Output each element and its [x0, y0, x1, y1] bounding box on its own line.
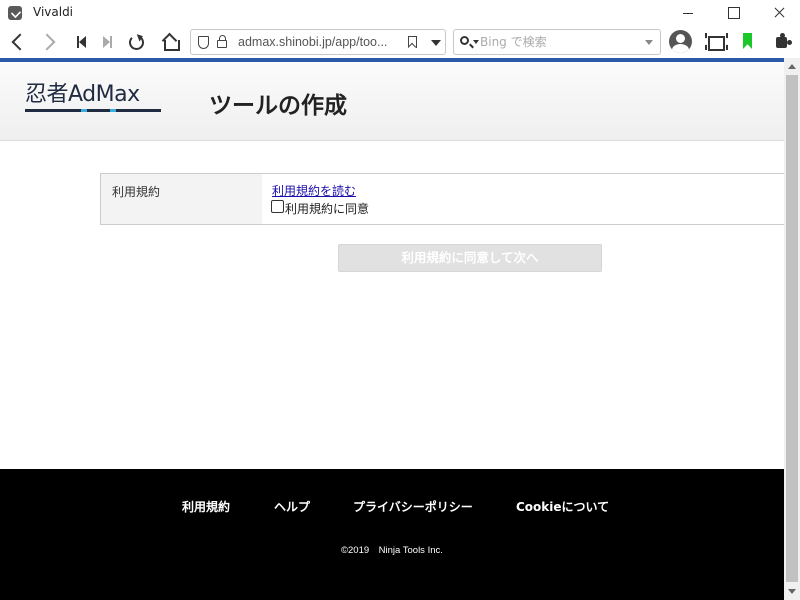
read-terms-link[interactable]: 利用規約を読む	[272, 182, 356, 199]
terms-table: 利用規約 利用規約を読む 利用規約に同意	[100, 173, 784, 225]
scrollbar[interactable]	[784, 58, 800, 600]
address-bar[interactable]: admax.shinobi.jp/app/too...	[190, 29, 446, 55]
close-button[interactable]	[756, 0, 800, 26]
footer-link-cookie[interactable]: Cookieについて	[516, 498, 609, 515]
logo-underline	[25, 109, 161, 112]
terms-label: 利用規約	[112, 185, 161, 199]
chevron-down-icon[interactable]	[431, 40, 441, 46]
agree-label[interactable]: 利用規約に同意	[285, 200, 369, 217]
reload-icon[interactable]	[124, 30, 148, 54]
page-header: 忍者AdMax ツールの作成	[0, 62, 784, 141]
capture-icon[interactable]	[705, 32, 725, 51]
back-icon[interactable]	[5, 30, 29, 54]
search-input[interactable]	[480, 33, 640, 51]
logo-text: 忍者AdMax	[25, 82, 140, 107]
scroll-down-icon[interactable]	[788, 589, 796, 594]
rewind-icon[interactable]	[70, 30, 94, 54]
reader-view-icon[interactable]	[741, 33, 755, 50]
page-content: 忍者AdMax ツールの作成 利用規約 利用規約を読む 利用規約に同意 利用規約…	[0, 62, 784, 600]
search-engine-chevron-icon[interactable]	[473, 40, 479, 44]
extensions-icon[interactable]	[774, 33, 791, 50]
forward-icon[interactable]	[38, 30, 62, 54]
footer: 利用規約 ヘルプ プライバシーポリシー Cookieについて ©2019 Nin…	[0, 469, 784, 600]
fast-forward-icon[interactable]	[95, 30, 119, 54]
window-title: Vivaldi	[33, 5, 74, 19]
maximize-button[interactable]	[710, 0, 756, 26]
footer-link-terms[interactable]: 利用規約	[182, 498, 230, 515]
bookmark-icon[interactable]	[408, 36, 417, 48]
agree-next-button[interactable]: 利用規約に同意して次へ	[338, 244, 602, 272]
profile-icon[interactable]	[669, 30, 692, 53]
scroll-up-icon[interactable]	[788, 64, 796, 69]
footer-link-help[interactable]: ヘルプ	[274, 498, 310, 515]
home-icon[interactable]	[158, 30, 182, 54]
lock-icon[interactable]	[217, 35, 227, 48]
vivaldi-icon[interactable]	[8, 6, 22, 20]
search-icon[interactable]	[460, 36, 469, 45]
minimize-button[interactable]	[664, 0, 710, 26]
footer-link-privacy[interactable]: プライバシーポリシー	[353, 498, 473, 515]
shield-icon[interactable]	[198, 36, 209, 49]
admax-logo[interactable]: 忍者AdMax	[25, 82, 161, 114]
title-bar: Vivaldi	[0, 0, 800, 26]
agree-checkbox[interactable]	[271, 200, 284, 213]
search-dropdown-icon[interactable]	[645, 40, 653, 45]
terms-label-cell: 利用規約	[101, 174, 262, 224]
page-title: ツールの作成	[209, 93, 347, 119]
scroll-thumb[interactable]	[786, 75, 798, 582]
url-text[interactable]: admax.shinobi.jp/app/too...	[238, 35, 387, 49]
copyright: ©2019 Ninja Tools Inc.	[341, 545, 443, 556]
search-bar[interactable]	[453, 29, 661, 55]
